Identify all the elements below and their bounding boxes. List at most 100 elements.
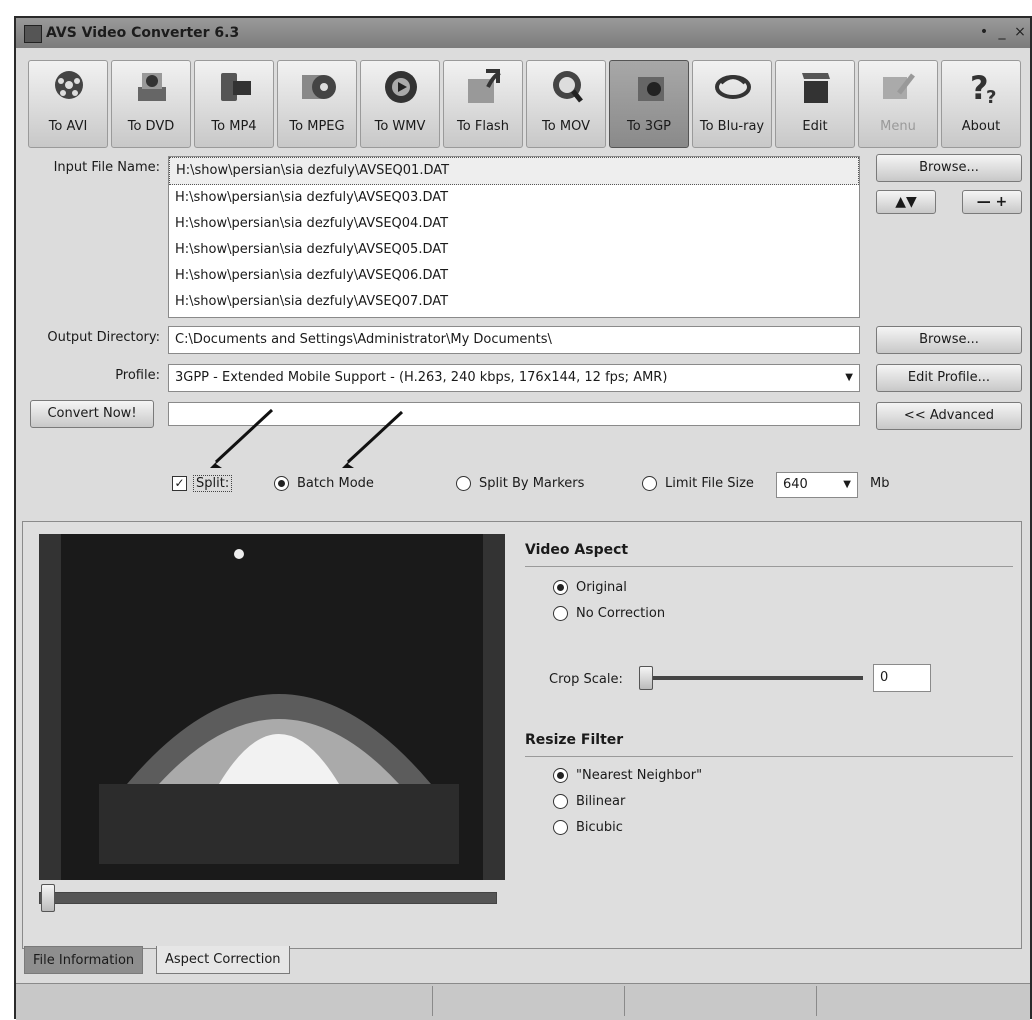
crop-scale-slider-handle[interactable] [639,666,653,690]
to-3gp-button[interactable]: To 3GP [609,60,689,148]
divider [525,756,1013,757]
app-icon [24,25,42,43]
maximize-icon[interactable]: _ [994,24,1010,40]
svg-text:?: ? [986,87,996,107]
profile-value: 3GPP - Extended Mobile Support - (H.263,… [175,370,668,385]
file-list-item[interactable]: H:\show\persian\sia dezfuly\AVSEQ06.DAT [169,263,859,289]
profile-select[interactable]: 3GPP - Extended Mobile Support - (H.263,… [168,364,860,392]
advanced-button[interactable]: << Advanced [876,402,1022,430]
convert-now-button[interactable]: Convert Now! [30,400,154,428]
to-mpeg-label: To MPEG [289,119,345,134]
about-button[interactable]: ?? About [941,60,1021,148]
to-mp4-label: To MP4 [211,119,257,134]
radio-selected-icon [553,768,568,783]
to-dvd-button[interactable]: To DVD [111,60,191,148]
file-list-item[interactable]: H:\show\persian\sia dezfuly\AVSEQ07.DAT [169,289,859,315]
split-checkbox[interactable]: ✓ Split: [172,475,233,492]
input-file-list[interactable]: H:\show\persian\sia dezfuly\AVSEQ01.DAT … [168,156,860,318]
no-correction-radio[interactable]: No Correction [553,606,665,621]
edit-button[interactable]: Edit [775,60,855,148]
mp4-player-icon [221,73,251,101]
to-bluray-button[interactable]: To Blu-ray [692,60,772,148]
radio-icon [553,820,568,835]
split-by-markers-radio[interactable]: Split By Markers [456,476,584,491]
to-mov-label: To MOV [542,119,590,134]
wmv-disc-icon [385,71,417,103]
film-reel-icon [55,71,83,99]
radio-icon [553,794,568,809]
crop-scale-track[interactable] [643,676,863,680]
toolbar: To AVI To DVD To MP4 To MPEG To WMV To F… [16,52,1030,152]
bilinear-label: Bilinear [576,794,626,809]
resize-filter-title: Resize Filter [525,732,624,748]
input-browse-button[interactable]: Browse... [876,154,1022,182]
tab-file-information[interactable]: File Information [24,946,144,974]
edit-profile-button[interactable]: Edit Profile... [876,364,1022,392]
file-list-item[interactable]: H:\show\persian\sia dezfuly\AVSEQ05.DAT [169,237,859,263]
video-preview [39,534,505,880]
video-aspect-title: Video Aspect [525,542,629,558]
remove-add-button[interactable]: — + [962,190,1022,214]
quicktime-icon [553,71,583,103]
menu-label: Menu [880,119,916,134]
close-icon[interactable]: × [1012,24,1028,40]
status-cell [432,986,625,1016]
tab-aspect-correction[interactable]: Aspect Correction [156,946,290,974]
original-radio[interactable]: Original [553,580,627,595]
app-window: AVS Video Converter 6.3 • _ × To AVI To … [14,16,1032,1020]
batch-mode-radio[interactable]: Batch Mode [274,476,374,491]
nearest-neighbor-label: "Nearest Neighbor" [576,768,703,783]
crop-scale-input[interactable]: 0 [873,664,931,692]
radio-selected-icon [274,476,289,491]
minimize-icon[interactable]: • [976,24,992,40]
to-mpeg-button[interactable]: To MPEG [277,60,357,148]
edit-label: Edit [802,119,828,134]
file-list-item[interactable]: H:\show\persian\sia dezfuly\AVSEQ01.DAT [169,157,859,185]
file-list-item[interactable]: H:\show\persian\sia dezfuly\AVSEQ03.DAT [169,185,859,211]
arrow-to-split [214,408,274,464]
window-title: AVS Video Converter 6.3 [46,25,240,41]
status-cell [16,986,433,1016]
to-flash-button[interactable]: To Flash [443,60,523,148]
arrowhead-batch [342,454,356,468]
seek-track[interactable] [39,892,497,904]
file-list-item[interactable]: H:\show\persian\sia dezfuly\AVSEQ04.DAT [169,211,859,237]
limit-file-size-radio[interactable]: Limit File Size [642,476,754,491]
output-browse-button[interactable]: Browse... [876,326,1022,354]
to-wmv-button[interactable]: To WMV [360,60,440,148]
bicubic-label: Bicubic [576,820,623,835]
bicubic-radio[interactable]: Bicubic [553,820,623,835]
phone-icon [638,77,664,101]
title-bar[interactable]: AVS Video Converter 6.3 • _ × [16,18,1030,48]
to-avi-label: To AVI [48,119,88,134]
split-label: Split: [193,475,233,492]
about-label: About [961,119,1001,134]
to-flash-label: To Flash [457,119,509,134]
seek-slider-handle[interactable] [41,884,55,912]
flash-icon [468,69,501,103]
split-by-markers-label: Split By Markers [479,476,585,491]
menu-button[interactable]: Menu [858,60,938,148]
to-mov-button[interactable]: To MOV [526,60,606,148]
to-dvd-label: To DVD [127,119,175,134]
limit-file-size-label: Limit File Size [665,476,754,491]
chevron-down-icon: ▼ [845,372,853,383]
to-mp4-button[interactable]: To MP4 [194,60,274,148]
move-up-down-button[interactable]: ▲▼ [876,190,936,214]
checkbox-checked-icon: ✓ [172,476,187,491]
bilinear-radio[interactable]: Bilinear [553,794,625,809]
batch-mode-label: Batch Mode [297,476,374,491]
to-avi-button[interactable]: To AVI [28,60,108,148]
nearest-neighbor-radio[interactable]: "Nearest Neighbor" [553,768,702,783]
bluray-icon [715,75,751,99]
original-label: Original [576,580,627,595]
output-directory-field[interactable]: C:\Documents and Settings\Administrator\… [168,326,860,354]
output-directory-label: Output Directory: [47,330,160,345]
to-wmv-label: To WMV [374,119,426,134]
radio-icon [456,476,471,491]
arrowhead-split [210,454,224,468]
arrow-to-batch [346,410,404,464]
radio-icon [642,476,657,491]
file-size-select[interactable]: 640 ▼ [776,472,858,498]
clapperboard-icon [802,73,830,103]
